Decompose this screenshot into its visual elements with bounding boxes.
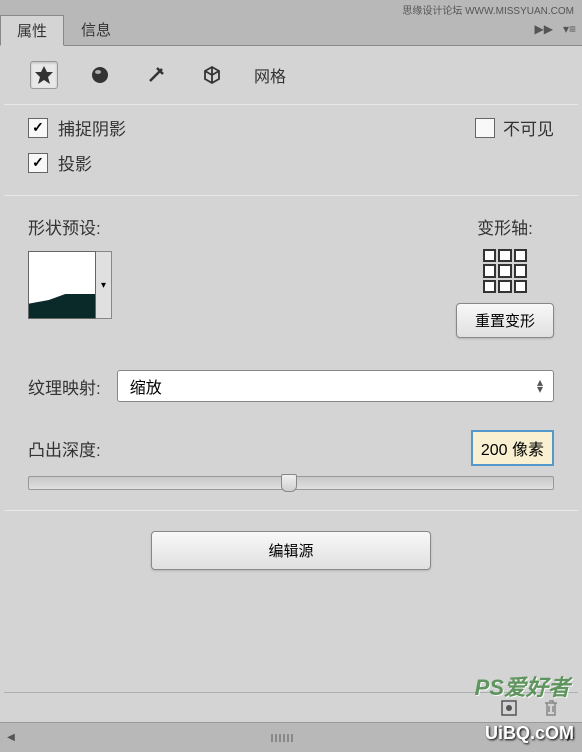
checkbox-section: ✓ 捕捉阴影 不可见 ✓ 投影 (0, 105, 582, 195)
panel-menu-icon[interactable]: ▾≡ (563, 22, 576, 36)
shape-preset-thumb[interactable] (28, 251, 96, 319)
tab-bar: 属性 信息 ▶▶ ▾≡ (0, 18, 582, 46)
watermark-top: PS爱好者 (475, 670, 570, 702)
tab-info[interactable]: 信息 (64, 14, 128, 45)
scroll-track[interactable] (22, 723, 560, 752)
preset-section: 形状预设: ▾ 变形轴: 重置变形 (0, 196, 582, 356)
depth-slider-thumb[interactable] (281, 474, 297, 492)
capture-shadow-label: 捕捉阴影 (58, 115, 126, 140)
tool-light-icon[interactable] (142, 61, 170, 89)
slider-section (0, 472, 582, 510)
texture-mapping-label: 纹理映射: (28, 374, 101, 399)
checkbox-invisible[interactable] (475, 118, 495, 138)
toolbar: 网格 (0, 46, 582, 104)
toolbar-mesh-label: 网格 (254, 63, 286, 87)
extrude-depth-value[interactable]: 200 像素 (471, 430, 554, 466)
scroll-left-icon[interactable]: ◀ (0, 724, 22, 752)
watermark-bottom: UiBQ.cOM (485, 723, 574, 744)
shape-preset-label: 形状预设: (28, 214, 112, 239)
tool-star-icon[interactable] (30, 61, 58, 89)
deform-axis-grid[interactable] (483, 249, 527, 293)
dropdown-arrow-icon: ▴▾ (537, 379, 543, 393)
extrude-depth-label: 凸出深度: (28, 436, 101, 461)
reset-deform-button[interactable]: 重置变形 (456, 303, 554, 338)
checkbox-cast-shadow[interactable]: ✓ (28, 153, 48, 173)
edit-section: 编辑源 (0, 511, 582, 590)
shape-preset-dropdown-icon[interactable]: ▾ (96, 251, 112, 319)
tab-properties[interactable]: 属性 (0, 15, 64, 46)
texture-mapping-value: 缩放 (130, 374, 162, 398)
texture-section: 纹理映射: 缩放 ▴▾ (0, 356, 582, 416)
invisible-label: 不可见 (503, 115, 554, 140)
checkbox-capture-shadow[interactable]: ✓ (28, 118, 48, 138)
tab-collapse-icon[interactable]: ▶▶ (535, 22, 553, 36)
tool-scene-icon[interactable] (198, 61, 226, 89)
source-label: 思缘设计论坛 WWW.MISSYUAN.COM (402, 2, 574, 17)
texture-mapping-dropdown[interactable]: 缩放 ▴▾ (117, 370, 554, 402)
tool-sphere-icon[interactable] (86, 61, 114, 89)
edit-source-button[interactable]: 编辑源 (151, 531, 431, 570)
depth-section: 凸出深度: 200 像素 (0, 416, 582, 472)
cast-shadow-label: 投影 (58, 150, 92, 175)
depth-slider-track[interactable] (28, 476, 554, 490)
deform-axis-label: 变形轴: (477, 214, 533, 239)
